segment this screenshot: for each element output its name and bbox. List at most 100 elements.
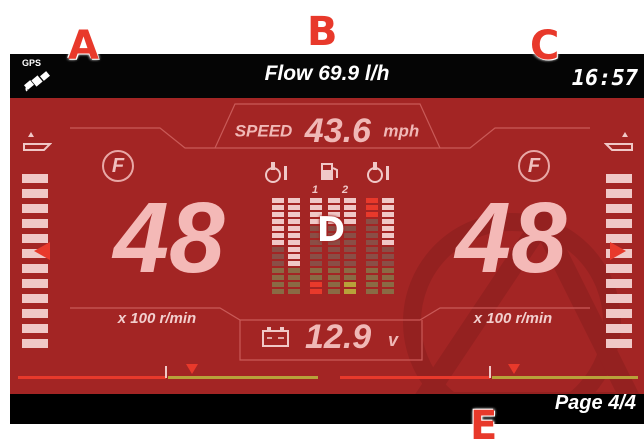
center-bar-segment <box>382 226 394 231</box>
center-bar-segment <box>382 219 394 224</box>
center-bar-segment <box>344 289 356 294</box>
left-trim-segment <box>22 294 48 303</box>
center-bar-segment <box>328 254 340 259</box>
left-rpm-value: 48 <box>113 182 225 294</box>
center-bar-segment <box>366 261 378 266</box>
center-bar-segment <box>382 212 394 217</box>
center-bar-segment <box>366 205 378 210</box>
center-bar-segment <box>310 198 322 203</box>
callout-e: E <box>470 403 498 443</box>
center-bar-segment <box>288 240 300 245</box>
voltage-readout: 12.9 v <box>240 316 430 360</box>
right-trim-segment <box>606 279 632 288</box>
right-oil-temp-icon <box>367 162 389 183</box>
center-bar-segment <box>366 233 378 238</box>
center-bar-segment <box>366 254 378 259</box>
center-bar-segment <box>366 240 378 245</box>
callout-a: A <box>68 23 99 69</box>
right-trim-segment <box>606 324 632 333</box>
center-bar-segment <box>272 268 284 273</box>
center-bar-segment <box>382 282 394 287</box>
center-bar-segment <box>366 219 378 224</box>
center-bar-segment <box>382 240 394 245</box>
center-bar-segment <box>272 226 284 231</box>
right-bottom-pointer-icon <box>508 364 520 374</box>
right-trim-segment <box>606 294 632 303</box>
battery-icon <box>262 327 289 347</box>
center-bar-segment <box>366 226 378 231</box>
voltage-unit: v <box>388 330 399 350</box>
right-trim-segment <box>606 204 632 213</box>
center-bar-segment <box>272 212 284 217</box>
center-bar-segment <box>272 289 284 294</box>
left-trim-segment <box>22 339 48 348</box>
center-bar-segment <box>288 219 300 224</box>
engine-gauge-panel: SPEED 43.6 mph F 48 x 100 r/min F 48 x 1… <box>10 98 644 394</box>
center-bar-segment <box>288 268 300 273</box>
center-bar-segment <box>382 268 394 273</box>
left-rpm-unit: x 100 r/min <box>117 310 197 327</box>
center-bar-segment <box>382 275 394 280</box>
page-indicator[interactable]: Page 4/4 <box>555 392 636 415</box>
center-bar-segment <box>382 198 394 203</box>
center-bar-segment <box>272 282 284 287</box>
right-rpm-value: 48 <box>455 182 567 294</box>
dashboard-screen: GPS Flow 69.9 l/h 16:57 SPEED 43.6 mph F… <box>10 54 644 424</box>
center-bar-segment <box>272 261 284 266</box>
center-bar-segment <box>344 254 356 259</box>
center-bar-segment <box>272 247 284 252</box>
center-bar-segment <box>310 261 322 266</box>
center-bar-segment <box>366 212 378 217</box>
right-trim-arrow-icon <box>604 132 633 151</box>
right-trim-segment <box>606 309 632 318</box>
center-bar-segment <box>288 226 300 231</box>
left-trim-segment <box>22 264 48 273</box>
center-bar-segment <box>382 247 394 252</box>
center-bar-segment <box>310 275 322 280</box>
center-bar-segment <box>288 212 300 217</box>
center-bar-segment <box>288 289 300 294</box>
center-bar-segment <box>272 205 284 210</box>
left-fuel-badge: F <box>102 150 134 182</box>
right-trim-segment <box>606 339 632 348</box>
center-bar-segment <box>382 289 394 294</box>
center-bar-segment <box>288 261 300 266</box>
speed-unit: mph <box>383 121 420 141</box>
center-bar-segment <box>328 282 340 287</box>
speed-readout: SPEED 43.6 mph <box>10 112 644 151</box>
center-bar-segment <box>366 275 378 280</box>
center-bar-segment <box>344 268 356 273</box>
center-bar-segment <box>344 198 356 203</box>
center-bar-segment <box>288 205 300 210</box>
center-bar-segment <box>310 289 322 294</box>
right-rpm-unit: x 100 r/min <box>473 310 553 327</box>
bar-label-1: 1 <box>312 184 319 196</box>
center-bar-segment <box>366 282 378 287</box>
center-bar-segment <box>344 275 356 280</box>
center-bar-segment <box>366 268 378 273</box>
left-trim-segment <box>22 309 48 318</box>
left-trim-segment <box>22 219 48 228</box>
right-trim-segment <box>606 174 632 183</box>
center-bar-segment <box>272 275 284 280</box>
left-oil-temp-icon <box>265 162 287 183</box>
center-bar-segment <box>272 233 284 238</box>
right-trim-pointer-icon <box>610 242 626 260</box>
center-bar-segment <box>382 233 394 238</box>
center-bar-segment <box>310 282 322 287</box>
right-fuel-badge: F <box>518 150 550 182</box>
voltage-value: 12.9 <box>305 318 372 356</box>
center-bar-segment <box>366 198 378 203</box>
right-trim-segment <box>606 264 632 273</box>
left-trim-pointer-icon <box>34 242 50 260</box>
center-bar-segment <box>382 261 394 266</box>
left-trim-segment <box>22 204 48 213</box>
left-trim-arrow-icon <box>23 132 52 151</box>
center-bar-segment <box>288 198 300 203</box>
left-trim-segment <box>22 324 48 333</box>
center-bar-segment <box>288 254 300 259</box>
center-bar-segment <box>328 198 340 203</box>
fuel-pump-icon <box>321 163 338 180</box>
clock: 16:57 <box>571 66 638 91</box>
center-bar-segment <box>288 275 300 280</box>
